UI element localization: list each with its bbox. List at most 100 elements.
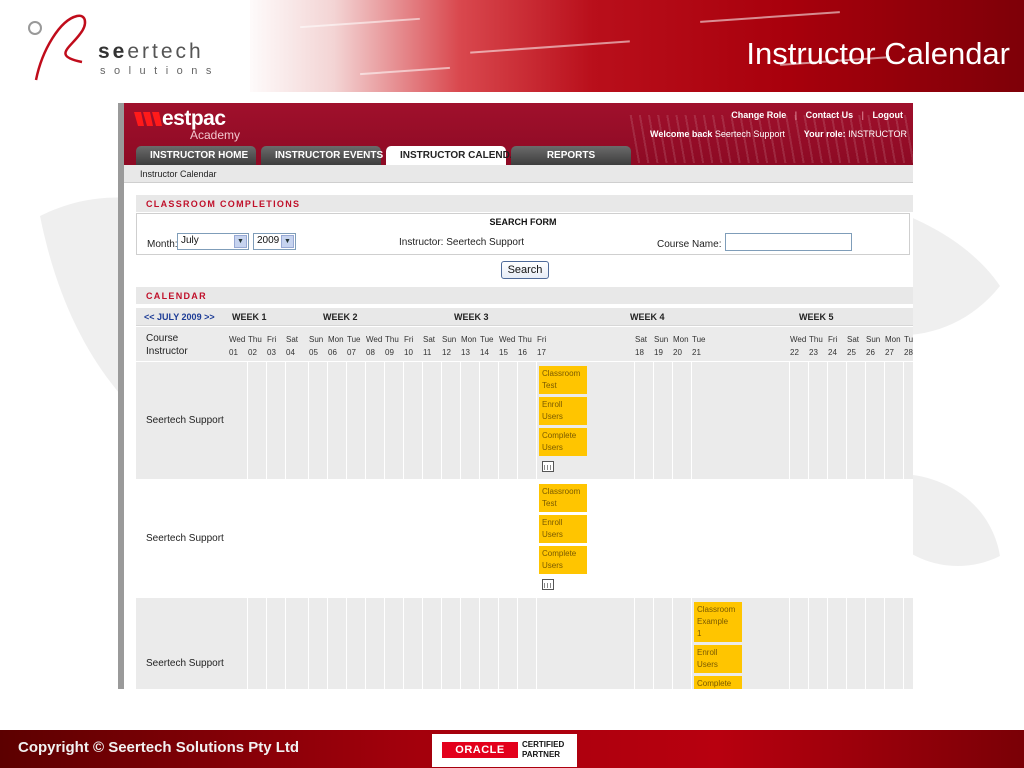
calendar-cell[interactable]	[904, 480, 913, 597]
chevron-down-icon[interactable]: ▼	[234, 235, 247, 248]
logout-link[interactable]: Logout	[873, 110, 904, 120]
calendar-event[interactable]: CompleteUsers	[539, 428, 587, 456]
calendar-cell[interactable]	[790, 598, 809, 689]
calendar-cell[interactable]	[673, 362, 692, 479]
calendar-cell[interactable]	[692, 480, 790, 597]
calendar-cell[interactable]	[635, 598, 654, 689]
calendar-cell[interactable]	[518, 480, 537, 597]
calendar-cell[interactable]	[654, 480, 673, 597]
calendar-cell[interactable]	[635, 362, 654, 479]
calendar-cell[interactable]	[480, 362, 499, 479]
calendar-cell[interactable]	[480, 480, 499, 597]
calendar-cell[interactable]	[790, 362, 809, 479]
calendar-cell[interactable]	[461, 598, 480, 689]
calendar-cell[interactable]	[309, 362, 328, 479]
calendar-cell[interactable]	[654, 598, 673, 689]
year-select[interactable]: 2009 ▼	[253, 233, 296, 250]
calendar-cell[interactable]	[809, 362, 828, 479]
tab-instructor-home[interactable]: INSTRUCTOR HOME	[136, 146, 256, 165]
calendar-cell[interactable]	[248, 362, 267, 479]
calendar-cell[interactable]	[328, 598, 347, 689]
calendar-cell[interactable]	[461, 480, 480, 597]
calendar-cell[interactable]	[385, 362, 404, 479]
change-role-link[interactable]: Change Role	[731, 110, 786, 120]
tab-reports[interactable]: REPORTS	[511, 146, 631, 165]
calendar-cell[interactable]	[885, 598, 904, 689]
calendar-icon[interactable]	[542, 579, 554, 590]
calendar-cell[interactable]	[904, 362, 913, 479]
calendar-cell[interactable]	[423, 598, 442, 689]
calendar-cell[interactable]	[499, 362, 518, 479]
calendar-cell[interactable]	[654, 362, 673, 479]
tab-instructor-calendar[interactable]: INSTRUCTOR CALENDAR	[386, 146, 524, 165]
search-button[interactable]: Search	[501, 261, 549, 279]
calendar-cell[interactable]	[866, 362, 885, 479]
calendar-cell[interactable]	[229, 598, 248, 689]
calendar-cell[interactable]	[885, 480, 904, 597]
calendar-event[interactable]: CompleteUsers	[539, 546, 587, 574]
calendar-cell[interactable]	[442, 598, 461, 689]
calendar-cell[interactable]	[267, 480, 286, 597]
calendar-cell[interactable]	[461, 362, 480, 479]
calendar-cell[interactable]	[286, 598, 309, 689]
calendar-cell[interactable]	[904, 598, 913, 689]
calendar-cell[interactable]	[692, 362, 790, 479]
calendar-cell[interactable]	[423, 362, 442, 479]
calendar-cell[interactable]	[347, 598, 366, 689]
calendar-cell[interactable]	[267, 598, 286, 689]
calendar-cell[interactable]	[404, 598, 423, 689]
calendar-cell[interactable]	[385, 480, 404, 597]
calendar-cell[interactable]	[480, 598, 499, 689]
contact-us-link[interactable]: Contact Us	[806, 110, 854, 120]
calendar-cell[interactable]	[828, 598, 847, 689]
course-name-input[interactable]	[725, 233, 852, 251]
calendar-cell[interactable]	[404, 480, 423, 597]
calendar-cell[interactable]	[499, 480, 518, 597]
calendar-cell[interactable]	[347, 480, 366, 597]
calendar-cell[interactable]	[635, 480, 654, 597]
calendar-cell[interactable]	[499, 598, 518, 689]
calendar-cell[interactable]	[809, 480, 828, 597]
prev-month-link[interactable]: <<	[144, 312, 155, 322]
calendar-cell[interactable]	[866, 480, 885, 597]
month-select[interactable]: July ▼	[177, 233, 249, 250]
calendar-cell[interactable]	[885, 362, 904, 479]
calendar-cell[interactable]	[248, 480, 267, 597]
calendar-cell[interactable]	[366, 362, 385, 479]
calendar-cell[interactable]	[229, 480, 248, 597]
calendar-cell[interactable]	[673, 480, 692, 597]
calendar-cell[interactable]	[790, 480, 809, 597]
calendar-cell[interactable]	[673, 598, 692, 689]
calendar-cell[interactable]	[537, 598, 635, 689]
calendar-cell[interactable]	[366, 480, 385, 597]
calendar-cell[interactable]	[286, 480, 309, 597]
calendar-cell[interactable]	[423, 480, 442, 597]
calendar-cell[interactable]	[328, 480, 347, 597]
tab-instructor-events[interactable]: INSTRUCTOR EVENTS	[261, 146, 383, 165]
chevron-down-icon[interactable]: ▼	[281, 235, 294, 248]
calendar-cell[interactable]	[309, 598, 328, 689]
calendar-cell[interactable]	[847, 480, 866, 597]
calendar-cell[interactable]	[442, 362, 461, 479]
calendar-cell[interactable]	[828, 362, 847, 479]
calendar-cell[interactable]	[518, 362, 537, 479]
calendar-event[interactable]: Classroom Example 1	[694, 602, 742, 642]
calendar-event[interactable]: Classroom Test	[539, 366, 587, 394]
calendar-cell[interactable]	[229, 362, 248, 479]
calendar-cell[interactable]	[286, 362, 309, 479]
calendar-event[interactable]: Classroom Test	[539, 484, 587, 512]
calendar-cell[interactable]	[248, 598, 267, 689]
calendar-cell[interactable]	[442, 480, 461, 597]
calendar-icon[interactable]	[542, 461, 554, 472]
calendar-cell[interactable]	[847, 598, 866, 689]
calendar-event[interactable]: CompleteUsers	[694, 676, 742, 689]
calendar-event[interactable]: Enroll Users	[539, 397, 587, 425]
calendar-cell[interactable]	[347, 362, 366, 479]
calendar-cell[interactable]	[385, 598, 404, 689]
calendar-cell[interactable]	[809, 598, 828, 689]
calendar-cell[interactable]	[328, 362, 347, 479]
calendar-cell[interactable]	[518, 598, 537, 689]
calendar-cell[interactable]	[366, 598, 385, 689]
calendar-cell[interactable]	[267, 362, 286, 479]
calendar-cell[interactable]	[828, 480, 847, 597]
